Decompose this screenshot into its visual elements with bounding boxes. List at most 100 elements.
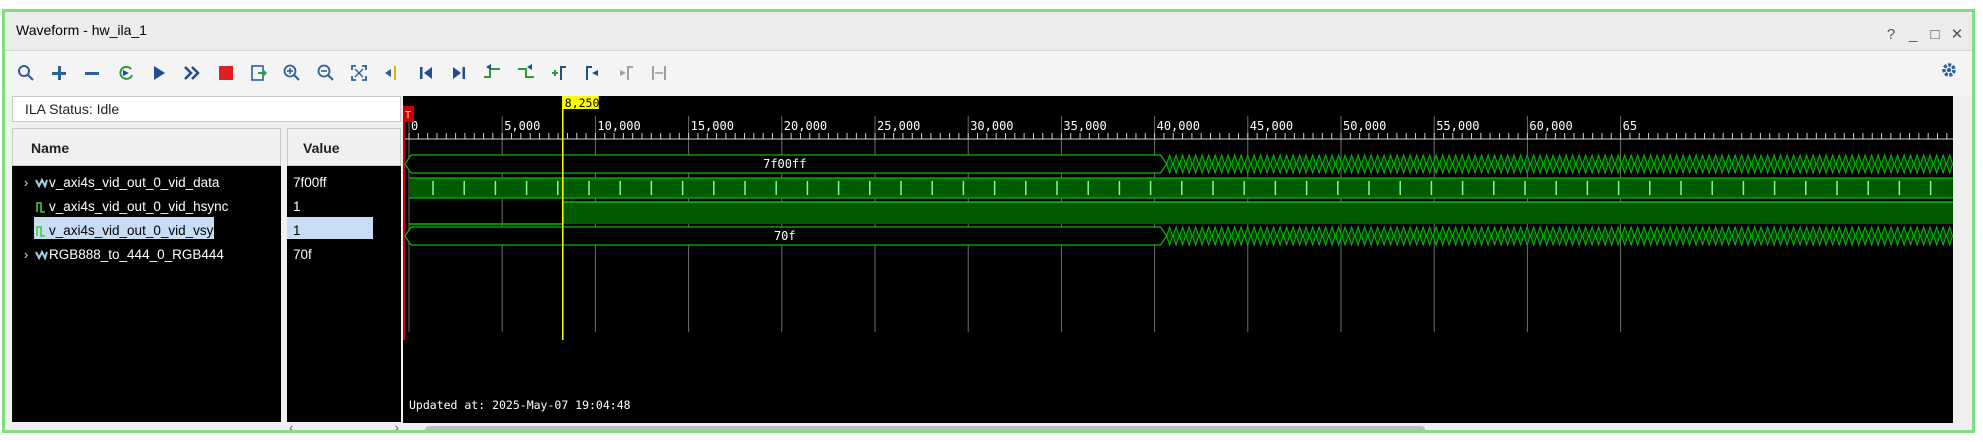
run-button[interactable] [146, 60, 172, 86]
rgb444-transition [1283, 225, 1291, 247]
vid-data-transition [1712, 153, 1720, 175]
rgb444-transition [1341, 225, 1349, 247]
previous-transition-button[interactable] [479, 60, 505, 86]
vid-data-transition [1738, 153, 1746, 175]
previous-marker-button[interactable] [580, 60, 606, 86]
rgb444-transition [1816, 225, 1824, 247]
next-transition-button[interactable] [513, 60, 539, 86]
vid-data-transition [1653, 153, 1661, 175]
rgb444-transition [1315, 225, 1323, 247]
vid-data-transition [1783, 153, 1791, 175]
vid-data-transition [1835, 153, 1843, 175]
rgb444-transition [1367, 225, 1375, 247]
rgb444-transition [1913, 225, 1921, 247]
time-tick-label: 55,000 [1436, 119, 1479, 133]
value-column-header[interactable]: Value [287, 128, 401, 166]
scrollbar-thumb[interactable] [425, 426, 1425, 430]
vid-data-transition [1803, 153, 1811, 175]
name-column-header[interactable]: Name [12, 128, 281, 166]
vid-data-transition [1406, 153, 1414, 175]
next-transition-icon [518, 64, 534, 78]
vid-data-transition [1933, 153, 1941, 175]
search-button[interactable] [13, 60, 39, 86]
rgb444-transition [1686, 225, 1694, 247]
next-marker-button[interactable] [613, 60, 639, 86]
vid-data-transition [1842, 153, 1850, 175]
scroll-right-icon[interactable]: › [394, 419, 399, 430]
vid-data-transition [1374, 153, 1382, 175]
rgb444-transition [1848, 225, 1856, 247]
go-to-cursor-button[interactable] [379, 60, 405, 86]
prev-transition-icon [484, 64, 500, 78]
vid-data-transition [1237, 153, 1245, 175]
expand-chevron-icon[interactable]: › [24, 247, 28, 262]
help-button[interactable]: ? [1882, 26, 1900, 44]
vid-data-transition [1257, 153, 1265, 175]
stop-icon [219, 66, 233, 80]
zoom-out-button[interactable] [313, 60, 339, 86]
maximize-button[interactable]: □ [1926, 26, 1944, 44]
zoom-fit-icon [351, 65, 367, 81]
add-marker-button[interactable] [546, 60, 572, 86]
rgb444-transition [1491, 225, 1499, 247]
rgb444-transition [1874, 225, 1882, 247]
rgb444-transition [1263, 225, 1271, 247]
close-button[interactable]: ✕ [1948, 26, 1966, 44]
rgb444-transition [1803, 225, 1811, 247]
vid-data-transition [1627, 153, 1635, 175]
minimize-button[interactable]: _ [1904, 26, 1922, 44]
zoom-fit-button[interactable] [346, 60, 372, 86]
gear-icon [1942, 63, 1956, 77]
signal-name-list: › v_axi4s_vid_out_0_vid_data v_axi4s_vid_o… [12, 166, 281, 422]
vid-data-transition [1341, 153, 1349, 175]
rgb444-transition [1530, 225, 1538, 247]
signal-value-row[interactable]: 70f [287, 240, 401, 270]
go-to-time-zero-button[interactable] [413, 60, 439, 86]
add-button[interactable] [46, 60, 72, 86]
export-button[interactable] [246, 60, 272, 86]
remove-button[interactable] [79, 60, 105, 86]
signal-value: 1 [293, 199, 301, 214]
vid-data-transition [1543, 153, 1551, 175]
vid-data-transition [1517, 153, 1525, 175]
run-continuous-button[interactable] [179, 60, 205, 86]
signal-name: v_axi4s_vid_out_0_vid_data [49, 175, 220, 190]
vid-data-transition [1601, 153, 1609, 175]
run-trigger-immediate-button[interactable] [113, 60, 139, 86]
go-to-last-time-button[interactable] [446, 60, 472, 86]
title-bar: Waveform - hw_ila_1 ? _ □ ✕ [5, 12, 1972, 51]
cursor-icon [385, 66, 396, 80]
vid-data-transition [1634, 153, 1642, 175]
waveform-vertical-scrollbar[interactable] [1953, 96, 1967, 423]
vid-data-transition [1816, 153, 1824, 175]
zoom-in-icon [283, 64, 300, 81]
signal-name: RGB888_to_444_0_RGB444 [49, 247, 224, 262]
swap-cursors-button[interactable] [646, 60, 672, 86]
vid-data-transition [1744, 153, 1752, 175]
rgb444-transition [1393, 225, 1401, 247]
rgb444-transition [1413, 225, 1421, 247]
vid-data-transition [1608, 153, 1616, 175]
waveform-canvas[interactable]: 0 5,000 10,000 15,000 20,000 25,000 30,000 35,0… [403, 96, 1953, 423]
rgb444-transition [1588, 225, 1596, 247]
expand-chevron-icon[interactable]: › [24, 175, 28, 190]
time-tick-label: 40,000 [1157, 119, 1200, 133]
settings-button[interactable] [1936, 57, 1962, 83]
stop-button[interactable] [213, 60, 239, 86]
vid-data-transition [1504, 153, 1512, 175]
signal-row[interactable]: › RGB888_to_444_0_RGB444 [12, 240, 281, 270]
value-horizontal-scrollbar[interactable]: ‹ › [287, 419, 401, 430]
scroll-left-icon[interactable]: ‹ [289, 419, 294, 430]
vid-data-transition [1354, 153, 1362, 175]
rgb444-transition [1510, 225, 1518, 247]
time-tick-label: 45,000 [1250, 119, 1293, 133]
time-tick-label: 10,000 [597, 119, 640, 133]
rgb444-transition [1465, 225, 1473, 247]
zoom-in-button[interactable] [279, 60, 305, 86]
rgb444-transition [1640, 225, 1648, 247]
waveform-horizontal-scrollbar[interactable] [403, 423, 1953, 430]
vid-data-transition [1621, 153, 1629, 175]
rgb444-transition [1205, 225, 1213, 247]
vid-data-transition [1185, 153, 1193, 175]
vid-data-transition [1393, 153, 1401, 175]
